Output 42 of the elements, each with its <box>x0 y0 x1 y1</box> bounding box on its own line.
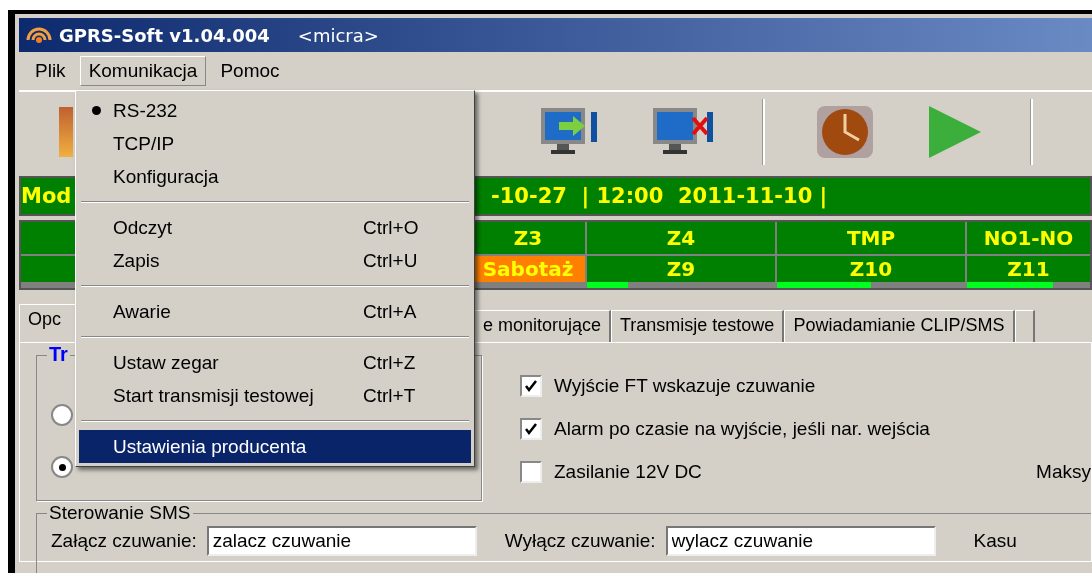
menu-item[interactable]: Konfiguracja <box>79 160 471 193</box>
checkbox[interactable] <box>520 460 542 483</box>
field-label: Wyłącz czuwanie: <box>504 530 656 552</box>
menu-item[interactable]: Odczyt Ctrl+O <box>79 211 471 244</box>
menu-item[interactable]: Pomoc <box>212 57 288 85</box>
checkbox[interactable] <box>520 417 542 440</box>
zone-cell: Z11 <box>967 256 1090 282</box>
zone-cell: NO1-NO <box>967 222 1090 254</box>
checkbox-label: Alarm po czasie na wyjście, jeśli nar. wejścia <box>554 417 930 440</box>
zone-cell: TMP <box>777 222 965 254</box>
menu-item[interactable]: Plik <box>27 57 74 85</box>
checkbox-label: Wyjście FT wskazuje czuwanie <box>554 374 816 397</box>
input-field[interactable]: wylacz czuwanie <box>665 526 936 556</box>
checkbox-label: Zasilanie 12V DC <box>554 460 702 483</box>
field-label: Kasu <box>973 530 1017 552</box>
tab[interactable] <box>1014 310 1035 342</box>
tab[interactable]: Powiadamianie CLIP/SMS <box>784 310 1015 342</box>
checkbox[interactable] <box>520 374 542 397</box>
window-subtitle: <micra> <box>297 24 379 46</box>
check-icon <box>524 378 538 393</box>
field-label: Maksy <box>1036 460 1091 483</box>
zone-cell: Z9 <box>587 256 775 282</box>
clock-icon[interactable] <box>815 104 875 160</box>
status-text: Mod <box>21 184 73 208</box>
menu-item[interactable]: Awarie Ctrl+A <box>79 295 471 328</box>
radio-button[interactable] <box>51 456 73 478</box>
menu-item[interactable]: Ustawienia producenta <box>79 430 471 463</box>
status-text: -10-27 | 12:00 2011-11-10 | <box>491 184 828 208</box>
menu-item[interactable]: TCP/IP <box>79 127 471 160</box>
window-title: GPRS-Soft v1.04.004 <box>59 24 270 46</box>
menu-item[interactable]: RS-232 <box>79 94 471 127</box>
menu-item[interactable]: Ustaw zegar Ctrl+Z <box>79 346 471 379</box>
menu-item[interactable]: Zapis Ctrl+U <box>79 244 471 277</box>
field-label: Załącz czuwanie: <box>51 530 197 552</box>
zone-cell: Z10 <box>777 256 965 282</box>
zone-cell: Z4 <box>587 222 775 254</box>
radio-button[interactable] <box>51 404 73 426</box>
check-icon <box>524 421 538 436</box>
menu-item[interactable]: Start transmisji testowej Ctrl+T <box>79 379 471 412</box>
menu-item[interactable]: Komunikacja <box>79 56 207 86</box>
tab[interactable]: Transmisje testowe <box>611 310 785 342</box>
input-field[interactable]: zalacz czuwanie <box>206 526 477 556</box>
